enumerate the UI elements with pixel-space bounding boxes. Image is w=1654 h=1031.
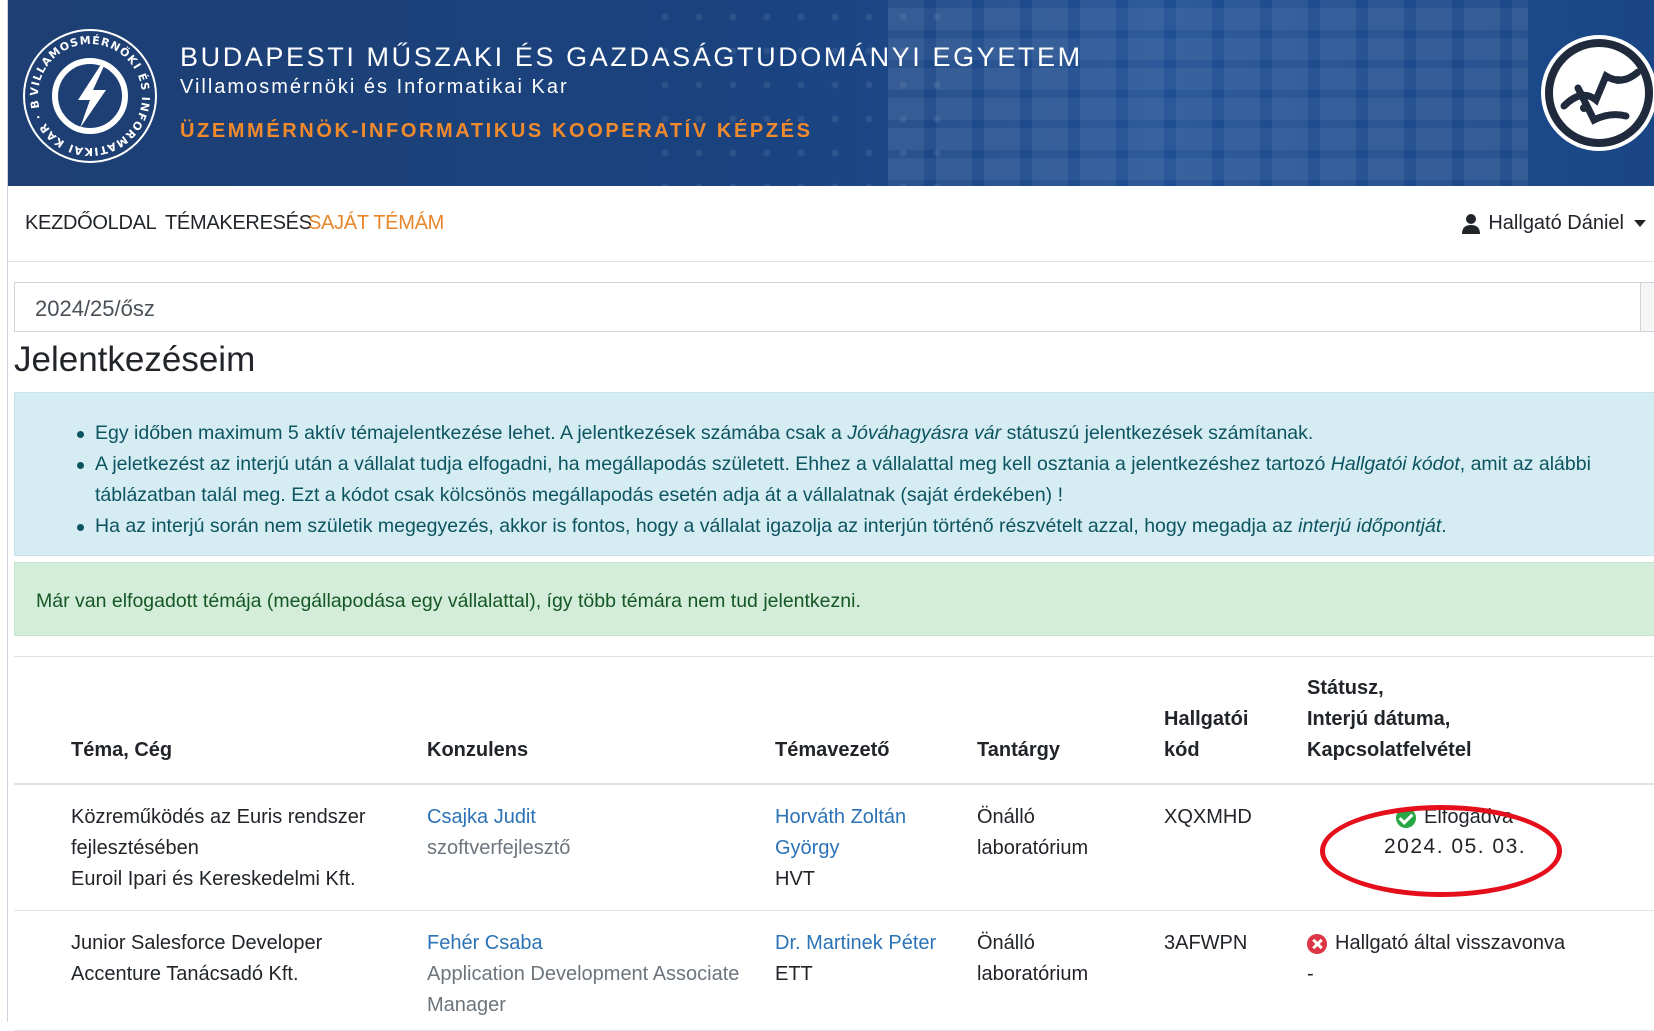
info-alert: Egy időben maximum 5 aktív témajelentkez… xyxy=(14,392,1654,556)
semester-select[interactable]: 2024/25/ősz xyxy=(14,282,1654,332)
user-icon xyxy=(1462,213,1481,234)
status-cell: Elfogadva xyxy=(1396,802,1513,833)
header-subject: Tantárgy xyxy=(977,739,1060,761)
header-student-code: Hallgatói kód xyxy=(1164,708,1249,761)
header-supervisor: Témavezető xyxy=(775,739,890,761)
info-item: Ha az interjú során nem születik megegye… xyxy=(77,511,1654,542)
supervisor-link[interactable]: Dr. Martinek Péter xyxy=(775,932,936,954)
consultant-link[interactable]: Fehér Csaba xyxy=(427,932,543,954)
check-circle-icon xyxy=(1396,807,1416,828)
user-name: Hallgató Dániel xyxy=(1488,212,1624,234)
nav-home[interactable]: KEZDŐOLDAL xyxy=(25,212,157,235)
status-cell: Hallgató által visszavonva - xyxy=(1307,928,1565,990)
header-status: Státusz, Interjú dátuma, Kapcsolatfelvét… xyxy=(1307,677,1472,761)
company-name: Euroil Ipari és Kereskedelmi Kft. xyxy=(71,868,356,890)
nav-my-topic[interactable]: SAJÁT TÉMÁM xyxy=(308,212,444,235)
supervisor-link[interactable]: Horváth Zoltán György xyxy=(775,802,906,864)
topic-cell: Közreműködés az Euris rendszer fejleszté… xyxy=(71,802,366,895)
header-banner: VILLAMOSMÉRNÖKI ÉS INFORMATIKAI KAR · BM… xyxy=(8,0,1654,186)
faculty-name: Villamosmérnöki és Informatikai Kar xyxy=(180,76,569,98)
page-title: Jelentkezéseim xyxy=(14,340,256,379)
program-name: ÜZEMMÉRNÖK-INFORMATIKUS KOOPERATÍV KÉPZÉ… xyxy=(180,120,813,142)
interview-date: - xyxy=(1307,963,1314,985)
header-topic: Téma, Cég xyxy=(71,739,173,761)
chevron-down-icon xyxy=(1634,220,1646,227)
window-left-border xyxy=(0,0,8,1022)
program-logo-icon xyxy=(1541,35,1654,151)
table-header: Téma, Cég Konzulens Témavezető Tantárgy … xyxy=(14,657,1654,785)
consultant-role: Application Development Associate Manage… xyxy=(427,963,740,1016)
nav-topic-search[interactable]: TÉMAKERESÉS xyxy=(165,212,312,235)
consultant-link[interactable]: Csajka Judit xyxy=(427,806,536,828)
applications-table: Téma, Cég Konzulens Témavezető Tantárgy … xyxy=(14,656,1654,1031)
consultant-cell: Fehér Csaba Application Development Asso… xyxy=(427,928,739,1021)
info-list: Egy időben maximum 5 aktív témajelentkez… xyxy=(15,393,1654,542)
banner-pattern xyxy=(888,0,1528,186)
topic-cell: Junior Salesforce Developer Accenture Ta… xyxy=(71,928,322,990)
university-name: BUDAPESTI MŰSZAKI ÉS GAZDASÁGTUDOMÁNYI E… xyxy=(180,42,1083,72)
semester-selected-value: 2024/25/ősz xyxy=(35,296,155,321)
student-code: XQXMHD xyxy=(1164,806,1252,828)
supervisor-cell: Dr. Martinek Péter ETT xyxy=(775,928,936,990)
interview-date: 2024. 05. 03. xyxy=(1384,835,1527,858)
supervisor-cell: Horváth Zoltán György HVT xyxy=(775,802,906,895)
select-arrow-icon xyxy=(1640,283,1654,331)
vik-logo-icon[interactable]: VILLAMOSMÉRNÖKI ÉS INFORMATIKAI KAR · BM… xyxy=(20,26,160,166)
supervisor-department: HVT xyxy=(775,868,815,890)
status-badge: Hallgató által visszavonva xyxy=(1307,928,1565,959)
company-name: Accenture Tanácsadó Kft. xyxy=(71,963,299,985)
table-row: Junior Salesforce Developer Accenture Ta… xyxy=(14,911,1654,1031)
subject-cell: Önálló laboratórium xyxy=(977,932,1089,985)
consultant-role: szoftverfejlesztő xyxy=(427,837,571,859)
user-menu[interactable]: Hallgató Dániel xyxy=(1462,212,1646,235)
table-row: Közreműködés az Euris rendszer fejleszté… xyxy=(14,785,1654,911)
status-badge: Elfogadva xyxy=(1396,802,1513,833)
subject-cell: Önálló laboratórium xyxy=(977,806,1089,859)
info-item: A jeletkezést az interjú után a vállalat… xyxy=(77,449,1654,511)
supervisor-department: ETT xyxy=(775,963,813,985)
header-consultant: Konzulens xyxy=(427,739,529,761)
student-code: 3AFWPN xyxy=(1164,932,1248,954)
consultant-cell: Csajka Judit szoftverfejlesztő xyxy=(427,802,570,864)
success-alert: Már van elfogadott témája (megállapodása… xyxy=(14,562,1654,636)
x-circle-icon xyxy=(1307,933,1327,954)
main-navbar: KEZDŐOLDAL TÉMAKERESÉS SAJÁT TÉMÁM Hallg… xyxy=(8,186,1654,262)
info-item: Egy időben maximum 5 aktív témajelentkez… xyxy=(77,418,1654,449)
